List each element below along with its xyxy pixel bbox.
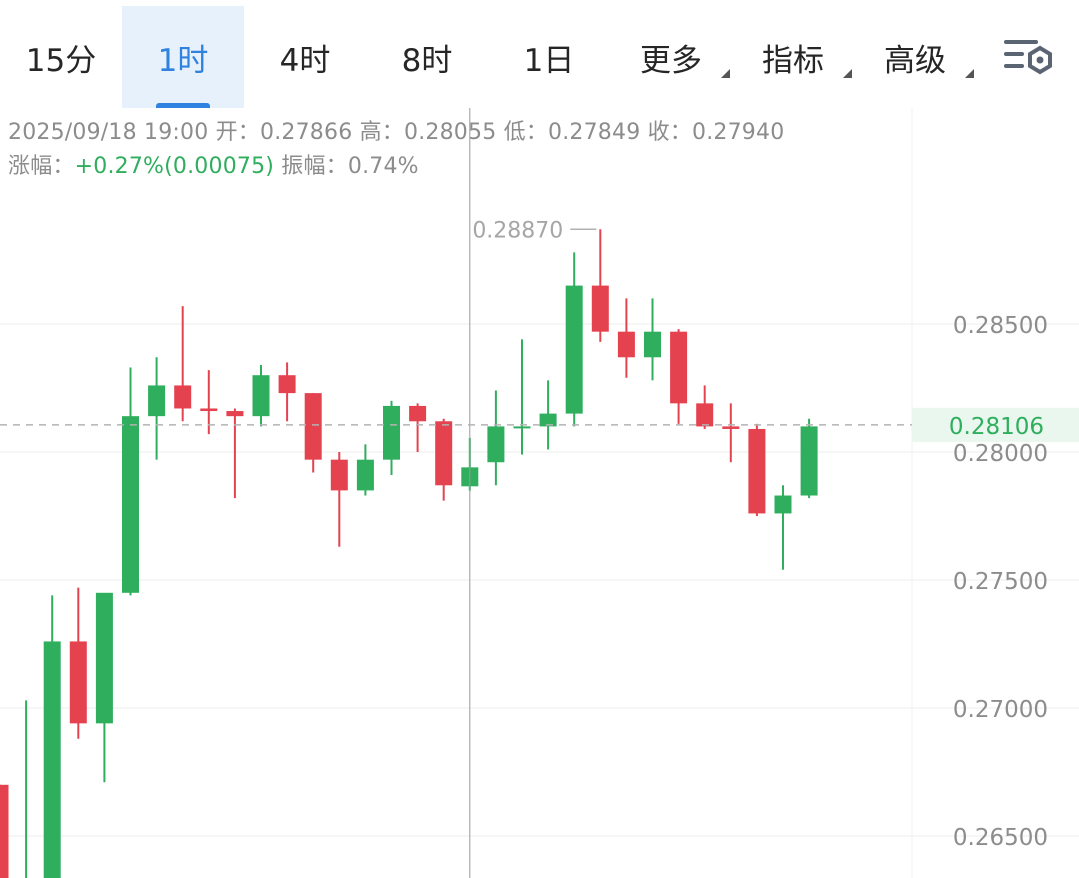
candle-body xyxy=(774,495,792,514)
candle-body xyxy=(0,784,9,878)
candle-body xyxy=(95,592,113,724)
y-tick-label: 0.28500 xyxy=(953,313,1048,339)
candle-body xyxy=(670,331,688,404)
candle-body xyxy=(487,426,505,463)
candle-body xyxy=(43,641,61,878)
y-tick-label: 0.27000 xyxy=(953,697,1048,723)
current-price-label: 0.28106 xyxy=(949,414,1044,440)
candle-body xyxy=(591,285,609,332)
candle-body xyxy=(409,405,427,422)
candle-body xyxy=(200,408,218,412)
candle-body xyxy=(800,426,818,496)
candle-body xyxy=(435,421,453,486)
candle-body xyxy=(304,393,322,460)
candle-body xyxy=(278,375,296,394)
candle-body xyxy=(696,403,714,427)
candle-body xyxy=(122,416,139,593)
chart-canvas[interactable]: 0.28500 0.28000 0.27500 0.27000 0.26500 0.281… xyxy=(0,0,1079,878)
y-tick-label: 0.27500 xyxy=(953,569,1048,595)
candle-body xyxy=(565,285,583,414)
candle-body xyxy=(330,459,348,491)
candle-body xyxy=(174,385,192,409)
candle-body xyxy=(148,385,166,417)
candle-body xyxy=(513,426,531,429)
candle-body xyxy=(383,405,400,460)
candle-body xyxy=(69,641,87,724)
y-tick-label: 0.28000 xyxy=(953,441,1048,467)
candle-body xyxy=(748,428,766,514)
candle-body xyxy=(356,459,374,491)
candle-body xyxy=(644,331,661,358)
candle-body xyxy=(722,426,740,429)
candle-body xyxy=(252,375,270,417)
candle-body xyxy=(617,331,635,358)
max-price-label: 0.28870 xyxy=(472,218,563,243)
y-tick-label: 0.26500 xyxy=(953,825,1048,851)
candle-body xyxy=(226,411,244,417)
